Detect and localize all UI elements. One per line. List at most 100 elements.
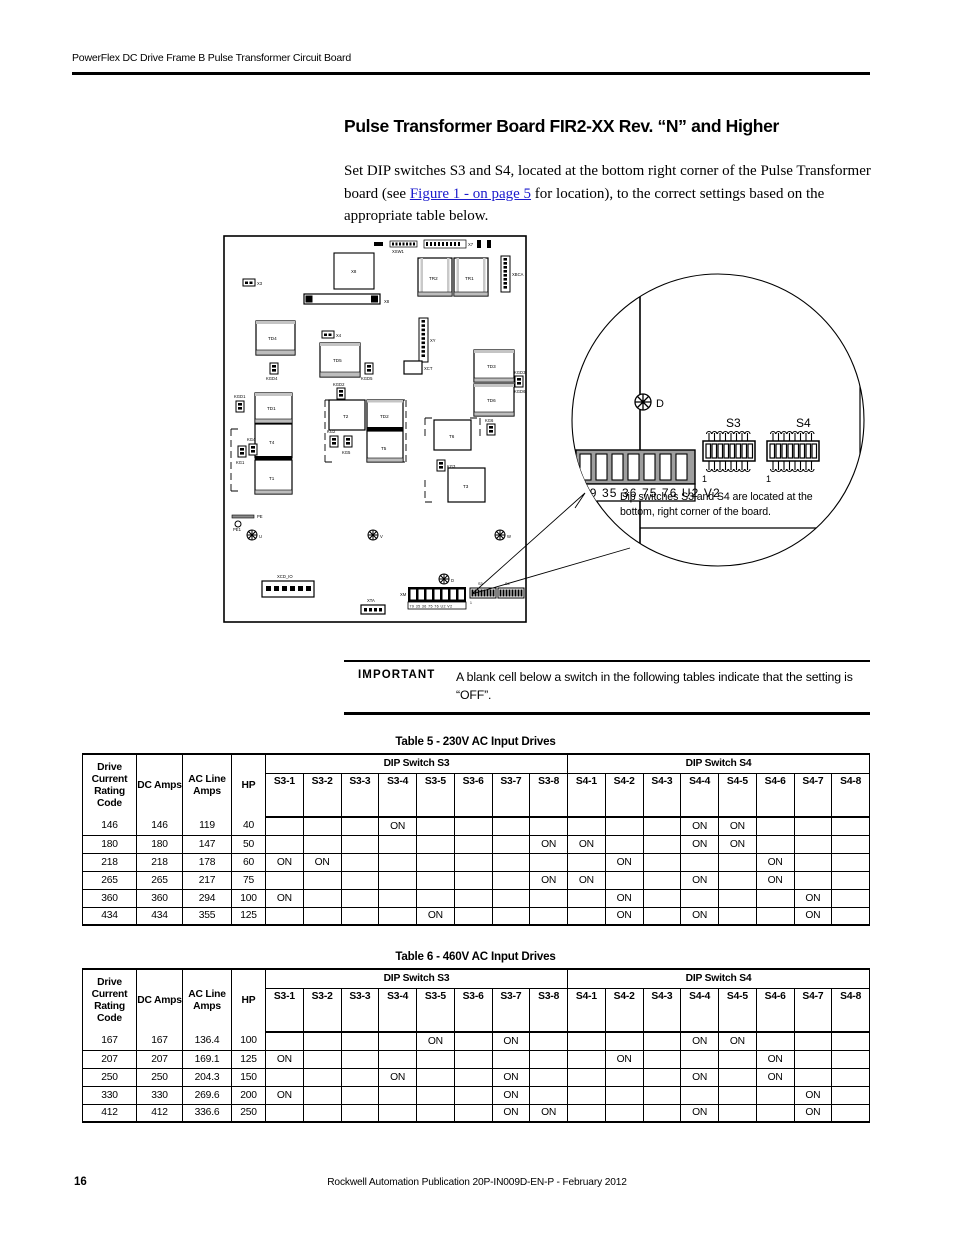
component-KGD1: KGD1 [234,394,246,413]
cell-s4-1: ON [567,871,606,890]
cell-s4-6 [755,817,795,836]
cell-s4-4 [680,1050,720,1069]
cell-s3-4 [378,1104,417,1123]
cell-dc-amps: 167 [136,1032,183,1051]
cell-s3-2 [302,1068,342,1087]
cell-s3-6 [453,817,493,836]
cell-s3-4 [378,1032,417,1051]
cell-s4-1 [567,817,606,836]
component-X3: X3 [242,278,263,287]
col-header-s3-2: S3-2 [302,773,342,818]
cell-s4-2 [604,817,644,836]
cell-s3-4: ON [378,817,417,836]
svg-text:KGD2: KGD2 [333,382,345,387]
cell-dc-amps: 180 [136,835,183,854]
col-header-s3-6: S3-6 [453,988,493,1033]
col-header-s3-8: S3-8 [529,988,569,1033]
cell-ac-line-amps: 336.6 [182,1104,232,1123]
svg-text:X7: X7 [468,242,474,247]
cell-s3-6 [453,889,493,908]
svg-text:79 35 36 75 76 U2 V2: 79 35 36 75 76 U2 V2 [410,605,453,609]
svg-text:T5: T5 [381,446,387,451]
cell-s4-2 [604,871,644,890]
cell-s3-7 [491,817,531,836]
cell-s4-3 [642,1068,682,1087]
cell-s3-5: ON [416,1032,455,1051]
cell-s4-2 [604,1104,644,1123]
cell-s3-5 [416,1068,455,1087]
table-row: 146 146 119 40 ON ON ON [82,817,871,836]
svg-text:KGD3: KGD3 [514,370,526,375]
svg-text:1: 1 [766,474,771,484]
cell-s3-8 [529,1050,569,1069]
cell-drive-current-rating-code: 250 [82,1068,137,1087]
col-header-dc-amps: DC Amps [136,968,183,1032]
cell-s3-5: ON [416,907,455,926]
component-TR1: TR1 [453,257,489,297]
svg-text:TD2: TD2 [380,414,389,419]
cell-s4-2 [604,1032,644,1051]
footer-publication: Rockwell Automation Publication 20P-IN00… [327,1177,627,1188]
group-header-s3: DIP Switch S3 [264,968,569,989]
cell-s4-1 [567,1032,606,1051]
cell-s3-4 [378,889,417,908]
cell-s4-7 [793,1032,833,1051]
cell-s3-7: ON [491,1086,531,1105]
cell-drive-current-rating-code: 412 [82,1104,137,1123]
cell-s4-6 [755,907,795,926]
cell-hp: 40 [231,817,266,836]
cell-s4-8 [831,835,871,854]
running-head: PowerFlex DC Drive Frame B Pulse Transfo… [72,52,351,64]
cell-ac-line-amps: 269.6 [182,1086,232,1105]
cell-s4-8 [831,889,871,908]
col-header-s4-7: S4-7 [793,773,833,818]
cell-s3-1 [265,1068,304,1087]
cell-s3-7 [491,889,531,908]
cell-s3-4: ON [378,1068,417,1087]
group-header-s4: DIP Switch S4 [567,753,871,774]
dip-label-s4: S4 [796,416,811,430]
col-header-ac-line-amps: AC Line Amps [182,968,232,1032]
cell-dc-amps: 330 [136,1086,183,1105]
cell-s4-6: ON [755,1050,795,1069]
col-header-s3-4: S3-4 [378,773,417,818]
cell-s4-4: ON [680,817,720,836]
cell-s3-6 [453,1104,493,1123]
svg-text:KGD6: KGD6 [514,389,526,394]
cell-s4-2 [604,1086,644,1105]
cell-s3-3 [340,1086,380,1105]
figure-1-link[interactable]: Figure 1 - on page 5 [410,186,531,202]
svg-text:D: D [451,578,454,583]
col-header-s4-3: S4-3 [642,988,682,1033]
col-header-s3-3: S3-3 [340,773,380,818]
cell-s3-7: ON [491,1032,531,1051]
cell-s3-8 [529,1032,569,1051]
cell-hp: 125 [231,907,266,926]
cell-s3-3 [340,1032,380,1051]
cell-s4-5: ON [718,1032,757,1051]
cell-s4-1 [567,907,606,926]
col-header-s4-2: S4-2 [604,773,644,818]
cell-s4-1 [567,889,606,908]
col-header-s4-5: S4-5 [718,988,757,1033]
table6-caption: Table 6 - 460V AC Input Drives [395,950,556,963]
cell-s4-7 [793,835,833,854]
cell-ac-line-amps: 169.1 [182,1050,232,1069]
component-TD4: TD4 [255,320,296,356]
col-header-s4-1: S4-1 [567,988,606,1033]
cell-s3-1 [265,1032,304,1051]
cell-s4-3 [642,1032,682,1051]
cell-s4-5: ON [718,835,757,854]
svg-text:1: 1 [470,601,472,605]
col-header-s4-7: S4-7 [793,988,833,1033]
col-header-s3-4: S3-4 [378,988,417,1033]
cell-ac-line-amps: 178 [182,853,232,872]
cell-s3-3 [340,817,380,836]
cell-s4-3 [642,907,682,926]
cell-s4-8 [831,1032,871,1051]
cell-s4-5 [718,889,757,908]
page-title: Pulse Transformer Board FIR2-XX Rev. “N”… [344,115,779,136]
cell-s4-3 [642,817,682,836]
cell-s3-5 [416,1104,455,1123]
col-header-s4-4: S4-4 [680,773,720,818]
